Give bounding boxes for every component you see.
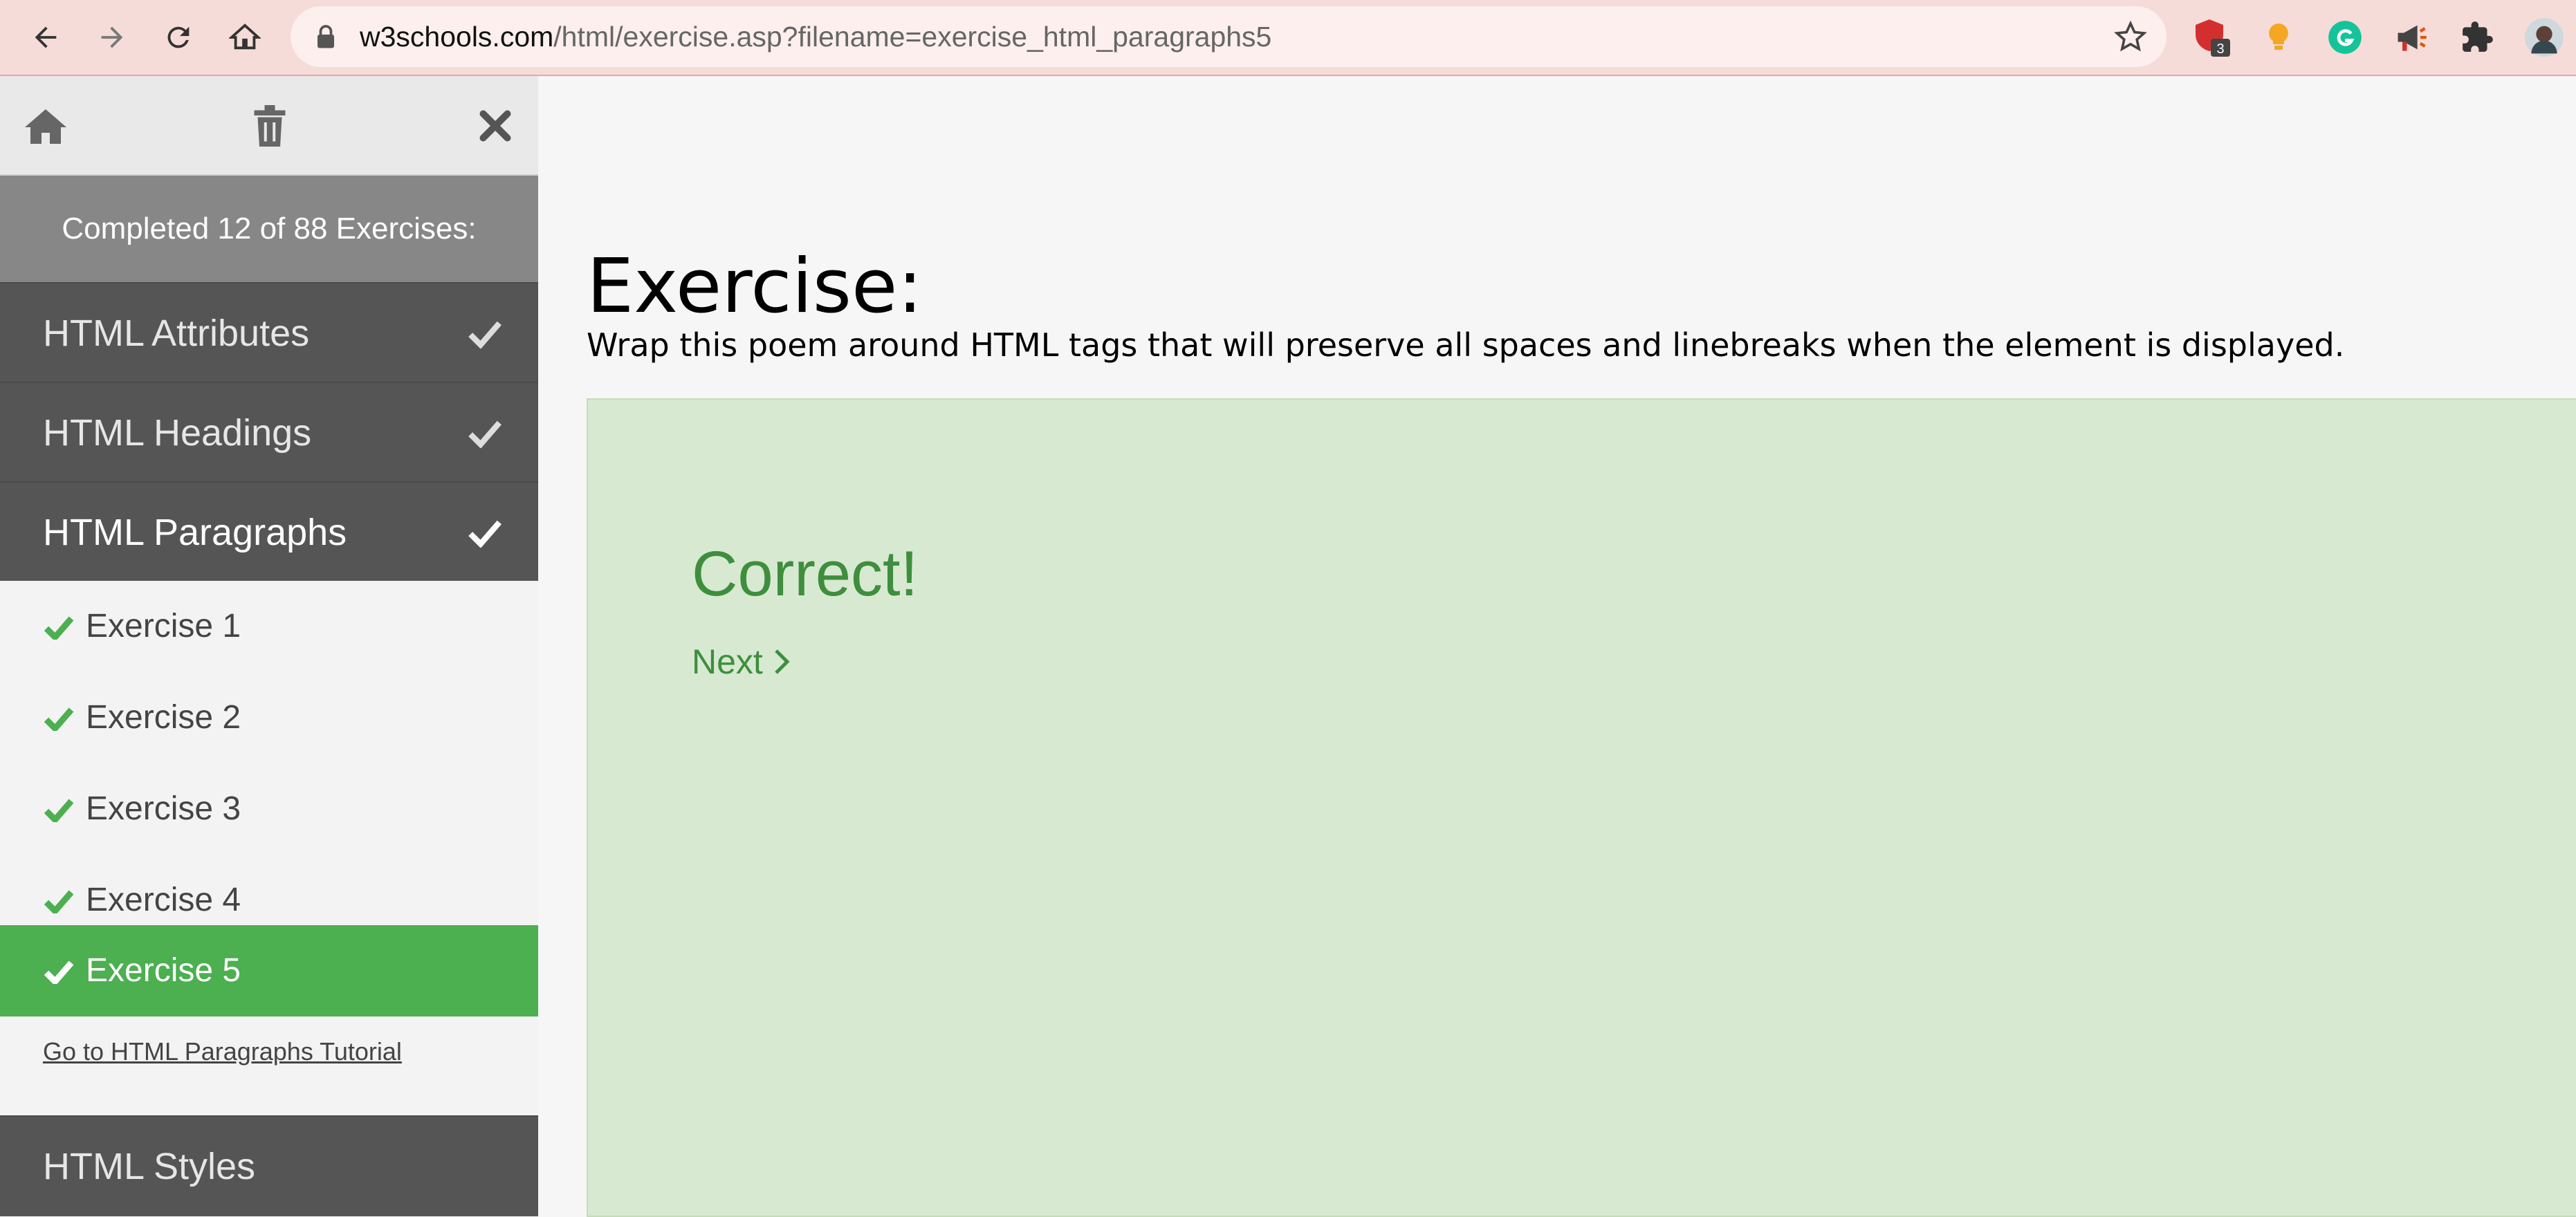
profile-button[interactable] [2523, 17, 2565, 58]
home-button[interactable] [224, 17, 266, 58]
arrow-right-icon [101, 26, 123, 48]
sidebar-toolbar [0, 76, 538, 176]
check-icon [44, 707, 74, 731]
next-label: Next [692, 642, 763, 681]
lightbulb-icon [2269, 24, 2288, 50]
checkmark-icon [468, 321, 502, 349]
avatar [2525, 18, 2564, 57]
exercise-instruction: Wrap this poem around HTML tags that wil… [587, 326, 2345, 364]
address-bar[interactable]: w3schools.com/html/exercise.asp?filename… [291, 6, 2166, 67]
exercise-item-3[interactable]: Exercise 3 [0, 763, 538, 855]
category-label: HTML Attributes [43, 313, 310, 354]
extension-megaphone-button[interactable] [2391, 17, 2432, 58]
exercise-item-2[interactable]: Exercise 2 [0, 672, 538, 763]
reload-button[interactable] [158, 17, 199, 58]
result-panel: Correct! Next [587, 398, 2576, 1217]
result-status: Correct! [692, 539, 919, 609]
category-html-styles[interactable]: HTML Styles [0, 1115, 538, 1216]
category-html-attributes[interactable]: HTML Attributes [0, 282, 538, 383]
home-icon [25, 109, 66, 144]
checkmark-icon [468, 420, 502, 448]
exercise-list: Exercise 1 Exercise 2 Exercise 3 Exercis… [0, 581, 538, 1115]
check-icon [44, 799, 74, 822]
back-button[interactable] [25, 17, 66, 58]
category-html-headings[interactable]: HTML Headings [0, 382, 538, 483]
megaphone-icon [2398, 25, 2427, 51]
exercise-item-5[interactable]: Exercise 5 [0, 925, 538, 1016]
grammarly-icon [2328, 21, 2362, 54]
lock-icon [318, 25, 334, 48]
home-button-sidebar[interactable] [21, 101, 71, 151]
browser-toolbar: w3schools.com/html/exercise.asp?filename… [0, 0, 2576, 76]
url-path: /html/exercise.asp?filename=exercise_htm… [553, 21, 1272, 53]
chevron-right-icon [775, 649, 790, 674]
url-text: w3schools.com/html/exercise.asp?filename… [360, 6, 1271, 67]
tutorial-link[interactable]: Go to HTML Paragraphs Tutorial [43, 1037, 402, 1066]
next-exercise-link[interactable]: Next [692, 642, 791, 682]
url-domain: w3schools.com [360, 21, 554, 53]
category-label: HTML Styles [43, 1146, 256, 1187]
reload-icon [167, 26, 190, 48]
exercise-label: Exercise 5 [86, 952, 241, 989]
check-icon [44, 890, 74, 913]
exercise-item-1[interactable]: Exercise 1 [0, 581, 538, 672]
page-title: Exercise: [587, 243, 923, 331]
exercise-main: Exercise: Wrap this poem around HTML tag… [540, 76, 2576, 1217]
puzzle-icon [2463, 21, 2493, 52]
shield-icon: 3 [2196, 19, 2230, 57]
exercise-sidebar: Completed 12 of 88 Exercises: HTML Attri… [0, 76, 538, 1216]
exercise-label: Exercise 2 [86, 699, 241, 736]
arrow-left-icon [35, 26, 57, 48]
exercise-label: Exercise 1 [86, 608, 241, 644]
check-icon [44, 960, 74, 984]
trash-icon [254, 105, 286, 147]
extension-shield-button[interactable]: 3 [2191, 17, 2233, 58]
check-icon [44, 616, 74, 640]
forward-button[interactable] [91, 17, 133, 58]
close-icon [479, 110, 511, 142]
extensions-button[interactable] [2457, 17, 2499, 58]
extension-bulb-button[interactable] [2258, 17, 2299, 58]
reset-progress-button[interactable] [245, 101, 295, 151]
exercise-label: Exercise 3 [86, 790, 241, 827]
category-label: HTML Paragraphs [43, 512, 347, 553]
close-sidebar-button[interactable] [470, 101, 520, 151]
category-label: HTML Headings [43, 412, 312, 454]
extension-grammarly-button[interactable] [2324, 17, 2366, 58]
checkmark-icon [468, 520, 502, 548]
bookmark-star-icon[interactable] [2114, 20, 2147, 53]
extension-badge: 3 [2216, 41, 2224, 57]
progress-summary: Completed 12 of 88 Exercises: [0, 176, 538, 282]
home-outline-icon [229, 24, 261, 50]
category-html-paragraphs[interactable]: HTML Paragraphs [0, 481, 538, 582]
